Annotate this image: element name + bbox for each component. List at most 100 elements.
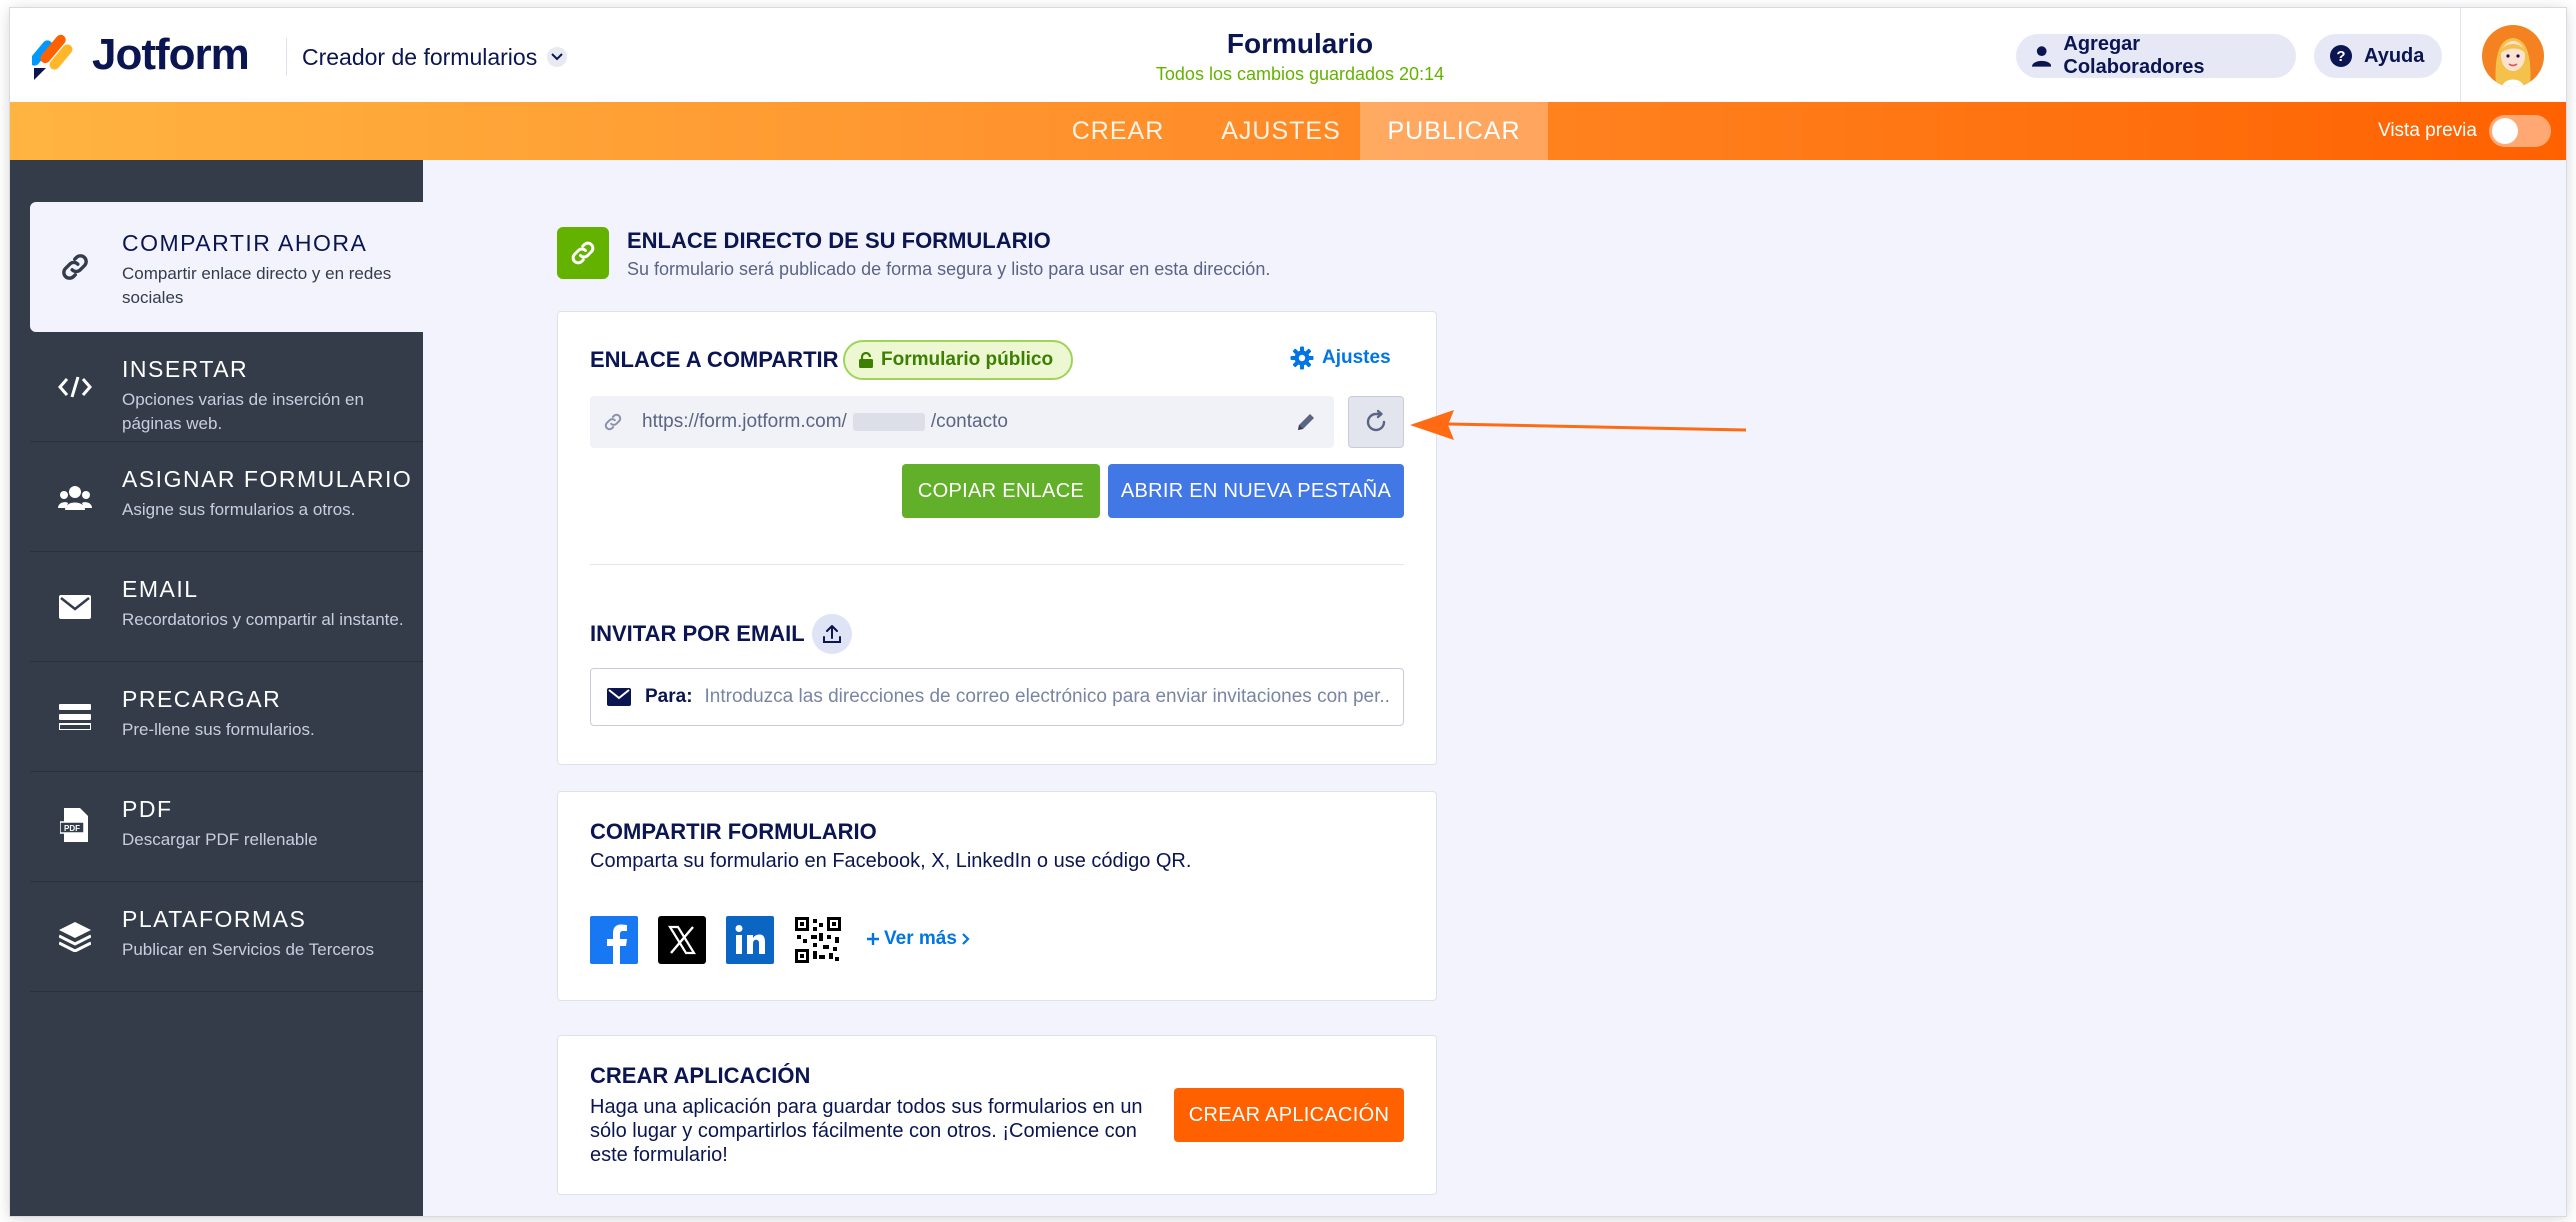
sidebar-item-desc: Descargar PDF rellenable [122, 830, 318, 849]
tab-crear[interactable]: CREAR [1056, 102, 1180, 160]
share-form-card: COMPARTIR FORMULARIO Comparta su formula… [557, 791, 1437, 1001]
sidebar-item-desc: Recordatorios y compartir al instante. [122, 610, 404, 629]
header-divider [286, 38, 287, 76]
redacted-url-segment [852, 413, 925, 431]
see-more-label: Ver más [884, 928, 957, 949]
brand-name[interactable]: Jotform [92, 26, 250, 84]
facebook-icon [590, 916, 638, 964]
sidebar-item-pdf[interactable]: PDF PDF Descargar PDF rellenable [30, 772, 423, 882]
linkedin-icon [726, 916, 774, 964]
x-share-button[interactable] [658, 916, 706, 964]
sidebar-item-title: PDF [122, 796, 173, 822]
section-title: ENLACE DIRECTO DE SU FORMULARIO [627, 228, 1051, 253]
share-form-description: Comparta su formulario en Facebook, X, L… [590, 850, 1192, 872]
plus-icon [867, 933, 879, 945]
gear-icon [1290, 346, 1314, 370]
sidebar-item-title: ASIGNAR FORMULARIO [122, 466, 413, 492]
sidebar-item-insertar[interactable]: INSERTAR Opciones varias de inserción en… [30, 332, 423, 442]
section-description: Su formulario será publicado de forma se… [627, 259, 1271, 279]
sidebar-item-title: EMAIL [122, 576, 199, 602]
create-app-button[interactable]: CREAR APLICACIÓN [1174, 1088, 1404, 1142]
public-form-label: Formulario público [881, 349, 1054, 370]
refresh-url-button[interactable] [1348, 396, 1404, 448]
top-header: Jotform Creador de formularios Formulari… [10, 8, 2566, 103]
pencil-icon [1298, 414, 1314, 430]
direct-link-icon [557, 227, 609, 279]
tab-ajustes[interactable]: AJUSTES [1208, 102, 1354, 160]
avatar-divider [2460, 8, 2461, 102]
builder-dropdown[interactable]: Creador de formularios [302, 40, 568, 74]
preview-toggle[interactable] [2488, 115, 2551, 147]
create-app-title: CREAR APLICACIÓN [590, 1063, 811, 1088]
code-icon [58, 370, 92, 404]
sidebar-item-email[interactable]: EMAIL Recordatorios y compartir al insta… [30, 552, 423, 662]
pdf-icon: PDF [58, 808, 92, 842]
annotation-arrow-icon [1410, 410, 1747, 440]
form-url-field[interactable]: https://form.jotform.com/ /contacto [590, 396, 1334, 448]
create-app-card: CREAR APLICACIÓN Haga una aplicación par… [557, 1035, 1437, 1195]
sidebar-item-desc: Opciones varias de inserción en páginas … [122, 390, 364, 433]
open-new-tab-button[interactable]: ABRIR EN NUEVA PESTAÑA [1108, 464, 1404, 518]
users-icon [58, 480, 92, 514]
sidebar-item-desc: Asigne sus formularios a otros. [122, 500, 356, 519]
to-label: Para: [645, 686, 693, 707]
copy-link-button[interactable]: COPIAR ENLACE [902, 464, 1100, 518]
prefill-icon [58, 700, 92, 734]
form-title-area: Formulario Todos los cambios guardados 2… [1010, 26, 1590, 86]
sidebar-item-title: INSERTAR [122, 356, 249, 382]
sidebar-item-desc: Publicar en Servicios de Terceros [122, 940, 374, 959]
sidebar-item-title: COMPARTIR AHORA [122, 230, 368, 256]
sidebar-item-asignar-formulario[interactable]: ASIGNAR FORMULARIO Asigne sus formulario… [30, 442, 423, 552]
sidebar-item-precargar[interactable]: PRECARGAR Pre-llene sus formularios. [30, 662, 423, 772]
svg-text:PDF: PDF [64, 824, 80, 833]
preview-label: Vista previa [2378, 120, 2477, 141]
form-title[interactable]: Formulario [1010, 26, 1590, 62]
app-window: Jotform Creador de formularios Formulari… [10, 8, 2566, 1216]
save-status: Todos los cambios guardados 20:14 [1155, 64, 1445, 84]
upload-contacts-button[interactable] [812, 614, 852, 654]
public-form-badge[interactable]: Formulario público [843, 340, 1074, 380]
builder-label: Creador de formularios [302, 44, 538, 70]
share-link-card: ENLACE A COMPARTIR Formulario público Aj… [557, 311, 1437, 765]
link-icon [58, 250, 92, 284]
user-icon [2032, 46, 2052, 67]
create-app-desc-line-2: sólo lugar y compartirlos fácilmente con… [590, 1120, 1137, 1142]
sidebar-item-title: PLATAFORMAS [122, 906, 307, 932]
add-collaborators-label: Agregar Colaboradores [2063, 33, 2205, 78]
linkedin-share-button[interactable] [726, 916, 774, 964]
email-recipients-input[interactable] [702, 685, 1393, 709]
section-divider [590, 564, 1404, 565]
link-settings-label: Ajustes [1322, 347, 1391, 368]
edit-url-button[interactable] [1292, 408, 1320, 436]
sidebar-item-desc: Pre-llene sus formularios. [122, 720, 315, 739]
link-settings-button[interactable]: Ajustes [1290, 346, 1391, 370]
avatar-illustration-icon [2495, 38, 2531, 87]
help-button[interactable]: ? Ayuda [2314, 34, 2442, 78]
sidebar-item-plataformas[interactable]: PLATAFORMAS Publicar en Servicios de Ter… [30, 882, 423, 992]
facebook-share-button[interactable] [590, 916, 638, 964]
share-form-title: COMPARTIR FORMULARIO [590, 819, 877, 844]
url-prefix: https://form.jotform.com/ [642, 411, 847, 432]
sidebar-item-compartir-ahora[interactable]: COMPARTIR AHORA Compartir enlace directo… [30, 202, 423, 332]
see-more-link[interactable]: Ver más [866, 928, 971, 950]
url-suffix: /contacto [930, 411, 1008, 432]
qr-code-button[interactable] [794, 916, 842, 964]
tab-publicar[interactable]: PUBLICAR [1360, 102, 1548, 160]
chevron-down-icon [547, 47, 568, 67]
user-avatar[interactable] [2482, 25, 2544, 87]
layers-icon [58, 920, 92, 954]
invite-email-title: INVITAR POR EMAIL [590, 621, 805, 646]
publish-sidebar: COMPARTIR AHORA Compartir enlace directo… [10, 160, 423, 1216]
toggle-knob [2491, 118, 2518, 144]
builder-nav: CREAR AJUSTES PUBLICAR Vista previa [10, 102, 2566, 160]
question-icon: ? [2330, 45, 2352, 67]
jotform-logo-icon[interactable] [32, 32, 74, 80]
envelope-icon [58, 590, 92, 624]
form-url-text: https://form.jotform.com/ /contacto [642, 411, 1008, 433]
add-collaborators-button[interactable]: Agregar Colaboradores [2016, 33, 2296, 78]
x-icon [658, 916, 706, 964]
sidebar-item-desc: Compartir enlace directo y en redes soci… [122, 264, 392, 307]
lock-icon [859, 352, 873, 368]
create-app-desc-line-1: Haga una aplicación para guardar todos s… [590, 1096, 1143, 1118]
create-app-desc-line-3: este formulario! [590, 1144, 728, 1166]
